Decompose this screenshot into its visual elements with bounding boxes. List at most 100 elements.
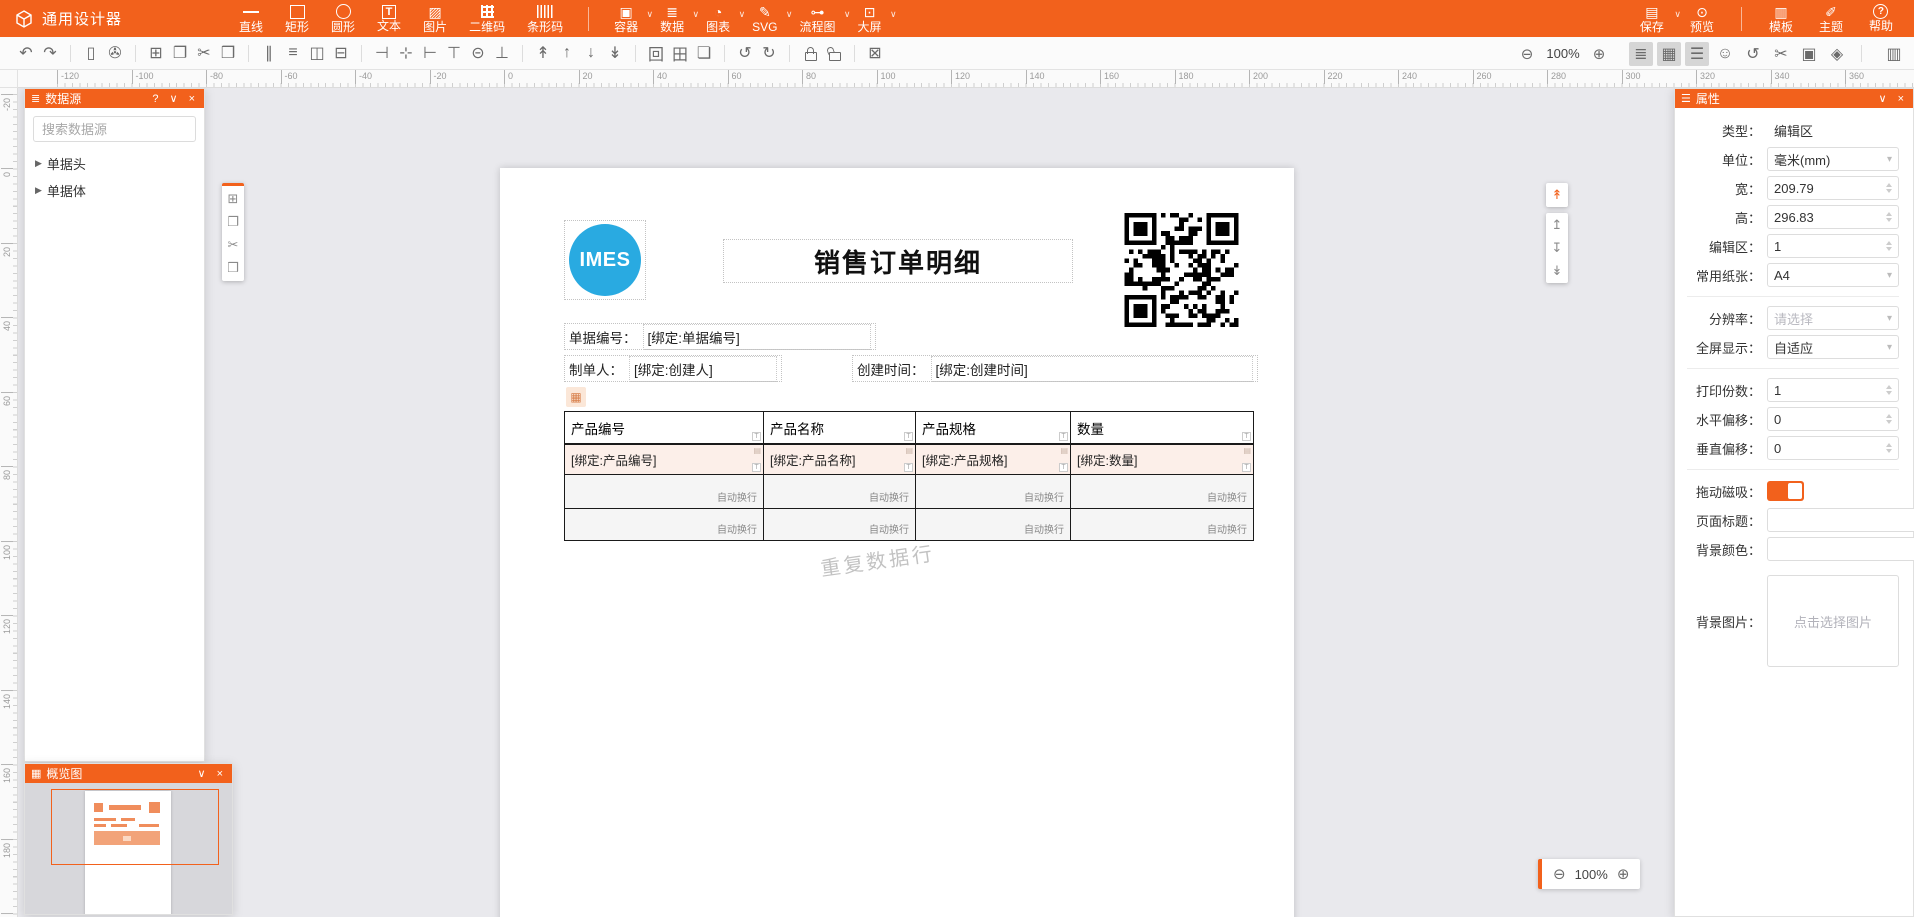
toggle-datasource-panel-icon[interactable]: ≣: [1629, 42, 1653, 66]
zoom-in-icon[interactable]: ⊕: [1617, 865, 1630, 883]
undo-icon[interactable]: ↶: [14, 41, 38, 65]
toggle-overview-panel-icon[interactable]: ▦: [1657, 42, 1681, 66]
table-binding-cell[interactable]: [绑定:数量] ▤ T: [1071, 445, 1253, 474]
topbar-action[interactable]: ? 帮助 ∨: [1856, 2, 1906, 35]
clear-canvas-icon[interactable]: ✇: [103, 41, 127, 65]
maker-field[interactable]: 制单人： [绑定:创建人]: [564, 355, 782, 382]
align-bottom-icon[interactable]: ⊥: [490, 41, 514, 65]
rotate-right-icon[interactable]: ↻: [757, 41, 781, 65]
zoom-in-icon[interactable]: ⊕: [1587, 42, 1611, 66]
topbar-tool[interactable]: 圆形 ∨: [320, 2, 366, 36]
editarea-input[interactable]: 1: [1767, 234, 1899, 258]
collapse-icon[interactable]: ∨: [195, 767, 209, 780]
topbar-tool[interactable]: 条形码 ∨: [516, 2, 574, 36]
table-auto-cell[interactable]: 自动换行: [1071, 475, 1253, 508]
topbar-action[interactable]: ▤ 保存 ∨: [1627, 2, 1677, 36]
move-up-icon[interactable]: ↥: [1552, 218, 1563, 232]
data-table-element[interactable]: 产品编号 T 产品名称 T 产品规格 T 数量 T: [564, 411, 1254, 541]
quick-paste-icon[interactable]: ❒: [227, 261, 239, 275]
move-down-icon[interactable]: ↧: [1552, 241, 1563, 255]
align-right-icon[interactable]: ⊢: [418, 41, 442, 65]
topbar-tool[interactable]: ⊡ 大屏 ∨: [847, 2, 893, 36]
user-pointer-icon[interactable]: ☺: [1713, 42, 1737, 66]
vertical-offset-input[interactable]: 0: [1767, 436, 1899, 460]
width-input[interactable]: 209.79: [1767, 176, 1899, 200]
center-horizontal-canvas-icon[interactable]: ◫: [305, 41, 329, 65]
remove-binding-icon[interactable]: ▤: [753, 447, 761, 455]
copy-icon[interactable]: ❐: [168, 41, 192, 65]
quick-add-icon[interactable]: ⊞: [228, 192, 239, 206]
center-vertical-canvas-icon[interactable]: ⊟: [329, 41, 353, 65]
print-copies-input[interactable]: 1: [1767, 378, 1899, 402]
close-icon[interactable]: ×: [214, 768, 226, 780]
send-backward-icon[interactable]: ↓: [579, 41, 603, 65]
table-header-cell[interactable]: 产品名称 T: [764, 412, 916, 443]
cut-icon[interactable]: ✂: [192, 41, 216, 65]
zoom-out-icon[interactable]: ⊖: [1553, 865, 1566, 883]
new-page-icon[interactable]: ▯: [79, 41, 103, 65]
spinner-icon[interactable]: [1886, 443, 1892, 453]
drag-magnet-toggle[interactable]: [1767, 481, 1804, 501]
table-auto-cell[interactable]: 自动换行: [764, 475, 916, 508]
send-to-back-icon[interactable]: ↡: [603, 41, 627, 65]
viewport-rectangle[interactable]: [51, 789, 219, 865]
company-logo[interactable]: IMES: [569, 224, 641, 296]
spinner-icon[interactable]: [1886, 183, 1892, 193]
paste-icon[interactable]: ❒: [216, 41, 240, 65]
quick-cut-icon[interactable]: ✂: [228, 238, 239, 252]
zoom-out-icon[interactable]: ⊖: [1515, 42, 1539, 66]
maker-binding[interactable]: [绑定:创建人]: [629, 356, 777, 382]
scroll-to-bottom-icon[interactable]: ↡: [1552, 264, 1563, 278]
topbar-tool[interactable]: ≣ 数据 ∨: [649, 2, 695, 36]
report-title-element[interactable]: 销售订单明细: [723, 239, 1073, 283]
help-icon[interactable]: ?: [149, 93, 161, 105]
background-image-picker[interactable]: 点击选择图片: [1767, 575, 1899, 667]
page-title-input[interactable]: [1767, 508, 1914, 532]
table-binding-cell[interactable]: [绑定:产品名称] ▤ T: [764, 445, 916, 474]
topbar-tool[interactable]: T 文本 ∨: [366, 3, 412, 35]
align-v-middle-icon[interactable]: ⊝: [466, 41, 490, 65]
topbar-tool[interactable]: 直线 ∨: [228, 2, 274, 36]
table-header-cell[interactable]: 产品编号 T: [565, 412, 764, 443]
background-color-input[interactable]: [1767, 537, 1914, 561]
collapse-icon[interactable]: ∨: [1876, 92, 1890, 105]
quick-copy-icon[interactable]: ❐: [227, 215, 239, 229]
created-time-field[interactable]: 创建时间： [绑定:创建时间]: [852, 355, 1258, 382]
topbar-action[interactable]: ✐ 主题 ∨: [1806, 2, 1856, 36]
crop-icon[interactable]: ✂: [1769, 42, 1793, 66]
unlock-icon[interactable]: [822, 41, 846, 65]
topbar-tool[interactable]: 二维码 ∨: [458, 2, 516, 36]
resolution-select[interactable]: 请选择▾: [1767, 306, 1899, 330]
chevron-right-icon[interactable]: ▶: [35, 158, 42, 169]
table-header-cell[interactable]: 数量 T: [1071, 412, 1253, 443]
topbar-tool[interactable]: ◔ 图表 ∨: [695, 2, 741, 36]
table-auto-cell[interactable]: 自动换行: [1071, 509, 1253, 540]
search-datasource-input[interactable]: [33, 116, 196, 142]
v-spacing-icon[interactable]: ≡: [281, 41, 305, 65]
topbar-tool[interactable]: ▣ 容器 ∨: [603, 2, 649, 36]
close-icon[interactable]: ×: [1895, 93, 1907, 105]
horizontal-offset-input[interactable]: 0: [1767, 407, 1899, 431]
tree-item[interactable]: ▶ 单据体: [25, 177, 204, 204]
collapse-icon[interactable]: ∨: [167, 92, 181, 105]
table-binding-cell[interactable]: [绑定:产品规格] ▤ T: [916, 445, 1071, 474]
topbar-action[interactable]: ⊙ 预览 ∨: [1677, 2, 1727, 36]
paper-select[interactable]: A4▾: [1767, 263, 1899, 287]
table-auto-cell[interactable]: 自动换行: [764, 509, 916, 540]
close-icon[interactable]: ×: [186, 93, 198, 105]
stamp-icon[interactable]: ▣: [1797, 42, 1821, 66]
lock-icon[interactable]: [798, 41, 822, 65]
canvas-area[interactable]: IMES 销售订单明细 单据编号： [绑定:单据编号] 制单人： [绑定:创建人…: [18, 88, 1914, 917]
remove-binding-icon[interactable]: ▤: [1243, 447, 1251, 455]
unit-select[interactable]: 毫米(mm)▾: [1767, 147, 1899, 171]
table-auto-cell[interactable]: 自动换行: [565, 509, 764, 540]
qrcode-element[interactable]: [1123, 213, 1240, 327]
logo-element[interactable]: IMES: [564, 220, 646, 300]
created-time-binding[interactable]: [绑定:创建时间]: [931, 356, 1254, 382]
table-auto-cell[interactable]: 自动换行: [916, 509, 1071, 540]
spinner-icon[interactable]: [1886, 414, 1892, 424]
chevron-down-icon[interactable]: ∨: [890, 9, 897, 20]
spinner-icon[interactable]: [1886, 212, 1892, 222]
remove-binding-icon[interactable]: ▤: [1060, 447, 1068, 455]
rotate-left-icon[interactable]: ↺: [733, 41, 757, 65]
